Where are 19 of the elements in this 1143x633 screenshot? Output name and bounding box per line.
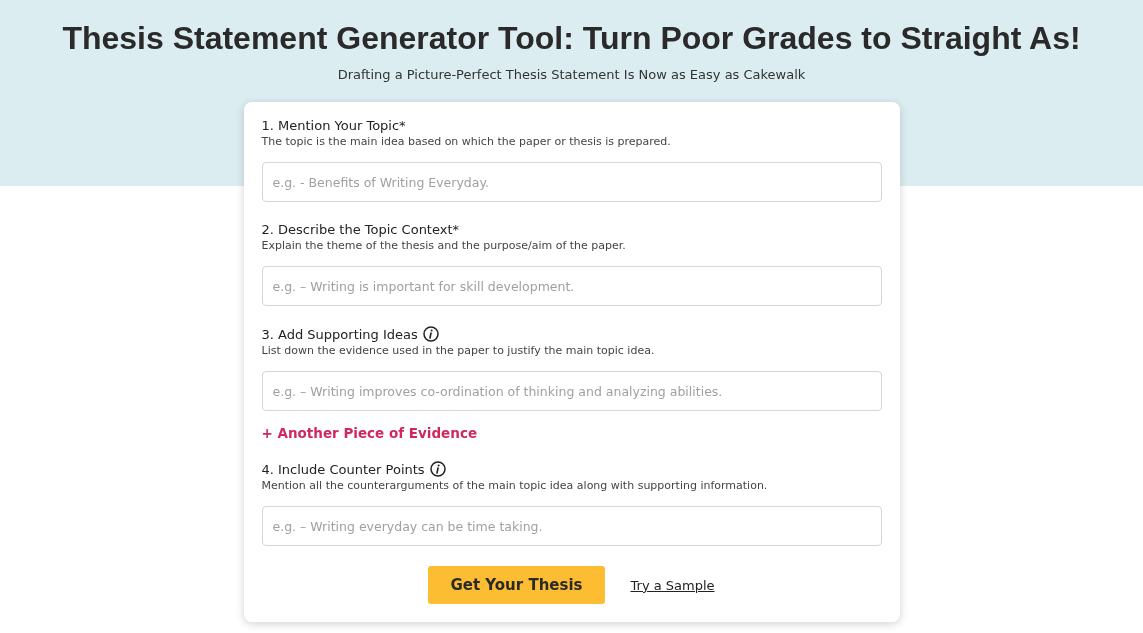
try-sample-link[interactable]: Try a Sample bbox=[630, 577, 715, 593]
input-field[interactable]: e.g. - Benefits of Writing Everyday. bbox=[261, 162, 882, 202]
field-label: 3. Add Supporting Ideas bbox=[261, 326, 418, 342]
page-subtitle: Drafting a Picture-Perfect Thesis Statement Is Now as Easy as Cakewalk bbox=[337, 67, 806, 82]
field-label: 4. Include Counter Points bbox=[261, 461, 425, 477]
field-hint: The topic is the main idea based on which the paper or thesis is prepared. bbox=[261, 135, 672, 148]
field-hint: Mention all the counterarguments of the main topic idea along with supporting information. bbox=[261, 479, 769, 492]
info-icon[interactable] bbox=[422, 326, 439, 342]
field-hint: List down the evidence used in the paper to justify the main topic idea. bbox=[261, 344, 656, 357]
input-field[interactable]: e.g. – Writing improves co-ordination of thinking and analyzing abilities. bbox=[261, 371, 882, 411]
add-evidence-link[interactable]: + Another Piece of Evidence bbox=[261, 425, 478, 441]
get-thesis-button[interactable]: Get Your Thesis bbox=[428, 566, 605, 604]
field-hint: Explain the theme of the thesis and the purpose/aim of the paper. bbox=[261, 239, 627, 252]
page-title: Thesis Statement Generator Tool: Turn Poor Grades to Straight As! bbox=[62, 20, 1081, 57]
info-icon[interactable] bbox=[429, 461, 446, 477]
input-field[interactable]: e.g. – Writing everyday can be time taking. bbox=[261, 506, 882, 546]
field-label: 2. Describe the Topic Context* bbox=[261, 222, 460, 237]
field-label: 1. Mention Your Topic* bbox=[261, 118, 406, 133]
input-field[interactable]: e.g. – Writing is important for skill development. bbox=[261, 266, 882, 306]
